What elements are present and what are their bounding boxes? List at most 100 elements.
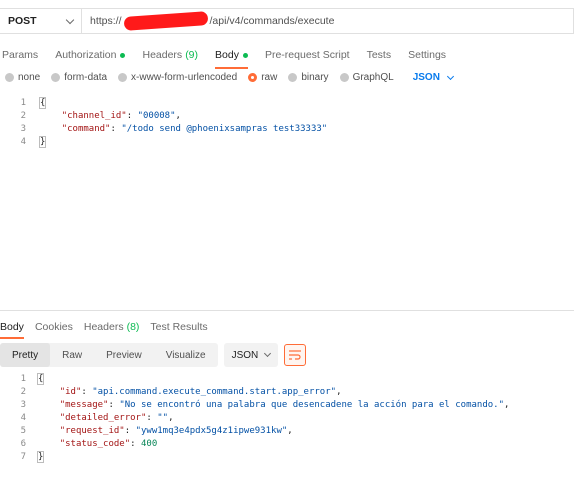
radio-raw[interactable]: raw: [248, 72, 277, 83]
line-number: 5: [20, 425, 26, 436]
radio-binary[interactable]: binary: [288, 72, 329, 83]
json-key: "status_code": [59, 438, 131, 449]
wrap-lines-icon: [288, 350, 301, 360]
format-label: JSON: [231, 349, 259, 361]
response-body-viewer[interactable]: 1 { 2 "id": "api.command.execute_command…: [0, 372, 574, 463]
view-visualize-button[interactable]: Visualize: [154, 343, 218, 367]
json-value: "/todo send @phoenixsampras test33333": [121, 123, 328, 134]
json-key: "channel_id": [61, 110, 127, 121]
tab-label: Settings: [408, 49, 447, 61]
code-line: 2 "channel_id": "00008",: [0, 109, 574, 122]
radio-circle-icon: [339, 73, 349, 82]
radio-form-data[interactable]: form-data: [51, 72, 107, 83]
json-value: 400: [140, 438, 158, 449]
format-select[interactable]: JSON: [223, 343, 278, 367]
method-select[interactable]: POST: [0, 9, 82, 33]
tab-body[interactable]: Body: [215, 46, 248, 69]
url-input[interactable]: https:// /api/v4/commands/execute: [82, 11, 334, 31]
code-line: 5 "request_id": "yww1mq3e4pdx5g4z1ipwe93…: [0, 424, 574, 437]
tab-label: Params: [2, 49, 39, 61]
tab-label: Pre-request Script: [264, 49, 350, 61]
line-number: 4: [20, 412, 26, 423]
method-label: POST: [8, 15, 37, 27]
code-line: 4 }: [0, 135, 574, 148]
radio-circle-icon: [51, 73, 61, 82]
pane-divider[interactable]: [0, 310, 574, 311]
line-number: 4: [20, 136, 26, 147]
json-key: "command": [61, 123, 111, 134]
tab-tests[interactable]: Tests: [367, 46, 392, 64]
tab-headers[interactable]: Headers (9): [142, 46, 198, 64]
json-key: "message": [59, 399, 109, 410]
view-pretty-button[interactable]: Pretty: [0, 343, 51, 367]
line-number: 2: [20, 386, 26, 397]
radio-circle-icon: [288, 73, 298, 82]
radio-circle-icon: [118, 73, 128, 82]
request-body-editor[interactable]: 1 { 2 "channel_id": "00008", 3 "command"…: [0, 96, 574, 148]
view-preview-button[interactable]: Preview: [94, 343, 154, 367]
code-line: 2 "id": "api.command.execute_command.sta…: [0, 385, 574, 398]
line-number: 7: [20, 451, 26, 462]
radio-none[interactable]: none: [5, 72, 40, 83]
json-value: "yww1mq3e4pdx5g4z1ipwe931kw": [135, 425, 288, 436]
line-number: 3: [20, 123, 26, 134]
status-dot-icon: [242, 52, 248, 58]
view-raw-button[interactable]: Raw: [50, 343, 94, 367]
request-url-bar: POST https:// /api/v4/commands/execute: [0, 8, 574, 34]
radio-label: none: [18, 72, 41, 83]
json-value: "api.command.execute_command.start.app_e…: [92, 386, 337, 397]
code-line: 3 "message": "No se encontró una palabra…: [0, 398, 574, 411]
text-caret: [45, 136, 47, 147]
code-line: 1 {: [0, 96, 574, 109]
tab-settings[interactable]: Settings: [408, 46, 446, 64]
view-mode-segment: Pretty Raw Preview Visualize: [0, 343, 218, 367]
json-key: "detailed_error": [59, 412, 147, 423]
json-value: "": [157, 412, 169, 423]
url-prefix: https://: [90, 15, 122, 27]
radio-label: x-www-form-urlencoded: [131, 72, 238, 83]
tab-label: Headers: [142, 49, 183, 61]
response-tabs: Body Cookies Headers (8) Test Results: [0, 319, 219, 339]
tab-params[interactable]: Params: [2, 46, 38, 64]
tab-response-body[interactable]: Body: [0, 319, 24, 339]
tab-test-results[interactable]: Test Results: [150, 319, 207, 335]
json-key: "id": [59, 386, 82, 397]
line-number: 1: [20, 373, 26, 384]
radio-label: binary: [301, 72, 329, 83]
tab-authorization[interactable]: Authorization: [55, 46, 126, 64]
tab-label: Authorization: [55, 49, 117, 61]
wrap-lines-button[interactable]: [283, 344, 306, 366]
tab-response-headers[interactable]: Headers (8): [84, 319, 140, 335]
radio-label: GraphQL: [352, 72, 394, 83]
line-number: 6: [20, 438, 26, 449]
status-dot-icon: [120, 52, 126, 58]
tab-pre-request-script[interactable]: Pre-request Script: [265, 46, 350, 64]
body-type-options: none form-data x-www-form-urlencoded raw…: [5, 72, 454, 83]
chevron-down-icon: [446, 72, 454, 80]
chevron-down-icon: [263, 349, 271, 358]
line-number: 2: [20, 110, 26, 121]
tab-label: Headers: [83, 321, 124, 333]
radio-x-www-form-urlencoded[interactable]: x-www-form-urlencoded: [118, 72, 237, 83]
response-view-bar: Pretty Raw Preview Visualize JSON: [0, 343, 306, 367]
request-tabs: Params Authorization Headers (9) Body Pre…: [2, 46, 463, 69]
close-brace: }: [36, 450, 45, 463]
code-line: 6 "status_code": 400: [0, 437, 574, 450]
line-number: 3: [20, 399, 26, 410]
tab-cookies[interactable]: Cookies: [35, 319, 73, 335]
open-brace: {: [36, 372, 45, 385]
radio-graphql[interactable]: GraphQL: [339, 72, 394, 83]
chevron-down-icon: [65, 15, 75, 24]
code-line: 1 {: [0, 372, 574, 385]
line-number: 1: [20, 97, 26, 108]
language-select[interactable]: JSON: [412, 72, 454, 83]
redaction-mark: [123, 11, 208, 31]
open-brace: {: [38, 96, 47, 109]
json-value: "No se encontró una palabra que desencad…: [119, 399, 505, 410]
language-label: JSON: [412, 72, 440, 83]
tab-count: (8): [126, 321, 140, 333]
code-line: 4 "detailed_error": "",: [0, 411, 574, 424]
tab-count: (9): [185, 49, 199, 61]
tab-label: Body: [215, 49, 239, 61]
radio-selected-icon: [248, 73, 258, 82]
